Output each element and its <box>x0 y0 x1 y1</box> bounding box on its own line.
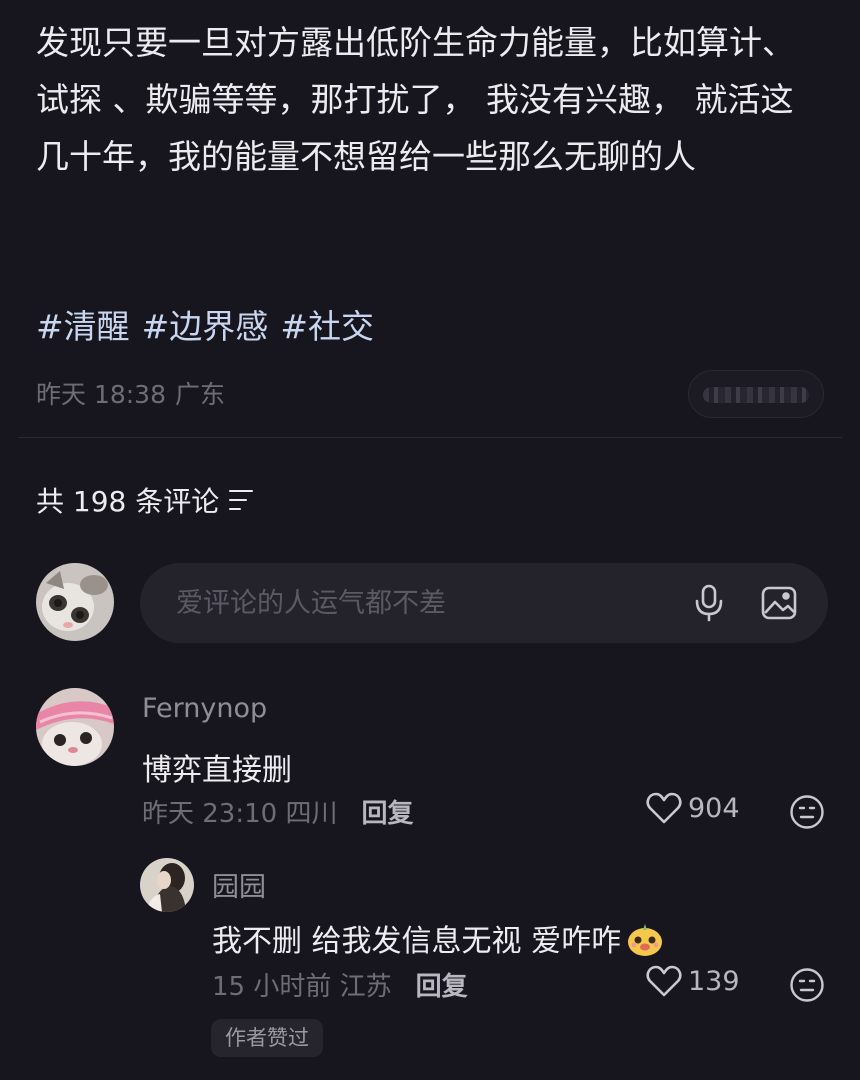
reply-username[interactable]: 园园 <box>212 865 266 904</box>
post-meta: 昨天 18:38 广东 <box>36 370 824 418</box>
tag-qingxing[interactable]: #清醒 <box>36 298 130 355</box>
tag-shejiao[interactable]: #社交 <box>280 298 374 355</box>
my-avatar[interactable] <box>36 563 114 641</box>
reply-text: 我不删 给我发信息无视 爱咋咋 <box>212 924 622 959</box>
post-location: 广东 <box>175 380 226 409</box>
comment-text: 博弈直接删 <box>142 753 292 788</box>
blurred-content <box>703 387 809 403</box>
comment-time: 昨天 23:10 <box>142 799 278 829</box>
comment-meta: 昨天 23:10 四川 回复 <box>142 793 414 830</box>
post-time: 昨天 18:38 <box>36 380 166 409</box>
mole-emoji-icon <box>628 924 663 956</box>
person-avatar[interactable] <box>140 858 194 912</box>
comment-location: 四川 <box>285 799 338 829</box>
tag-list: #清醒 #边界感 #社交 <box>36 298 374 355</box>
reply-button[interactable]: 回复 <box>416 966 468 1003</box>
like-button[interactable]: 904 <box>646 792 740 824</box>
comments-header: 共 198 条评论 <box>36 480 254 520</box>
image-icon[interactable] <box>760 584 798 622</box>
reply-location: 江苏 <box>339 972 392 1002</box>
comment-input[interactable] <box>176 587 828 619</box>
heart-icon <box>646 792 682 824</box>
like-count: 904 <box>688 792 740 824</box>
reply-content: 我不删 给我发信息无视 爱咋咋 <box>212 916 665 960</box>
reply-time: 15 小时前 <box>212 972 332 1002</box>
sort-lines-icon[interactable] <box>229 490 254 510</box>
kitten-avatar[interactable] <box>36 688 114 766</box>
heart-icon <box>646 965 682 997</box>
tag-bianjiegan[interactable]: #边界感 <box>142 298 269 355</box>
like-count: 139 <box>688 965 740 997</box>
emoji-reaction-icon[interactable] <box>789 794 825 830</box>
divider <box>18 437 842 438</box>
reply-meta: 15 小时前 江苏 回复 <box>212 966 468 1003</box>
post-body: 发现只要一旦对方露出低阶生命力能量，比如算计、 试探 、欺骗等等，那打扰了， 我… <box>36 23 795 176</box>
author-liked-badge: 作者赞过 <box>211 1019 323 1057</box>
comment-count: 共 198 条评论 <box>36 485 220 518</box>
like-button[interactable]: 139 <box>646 965 740 997</box>
comment-composer[interactable] <box>140 563 828 643</box>
reply-button[interactable]: 回复 <box>361 793 413 830</box>
mic-icon[interactable] <box>690 584 728 622</box>
share-pill[interactable] <box>688 370 824 418</box>
comment-username[interactable]: Fernynop <box>142 693 267 724</box>
emoji-reaction-icon[interactable] <box>789 967 825 1003</box>
